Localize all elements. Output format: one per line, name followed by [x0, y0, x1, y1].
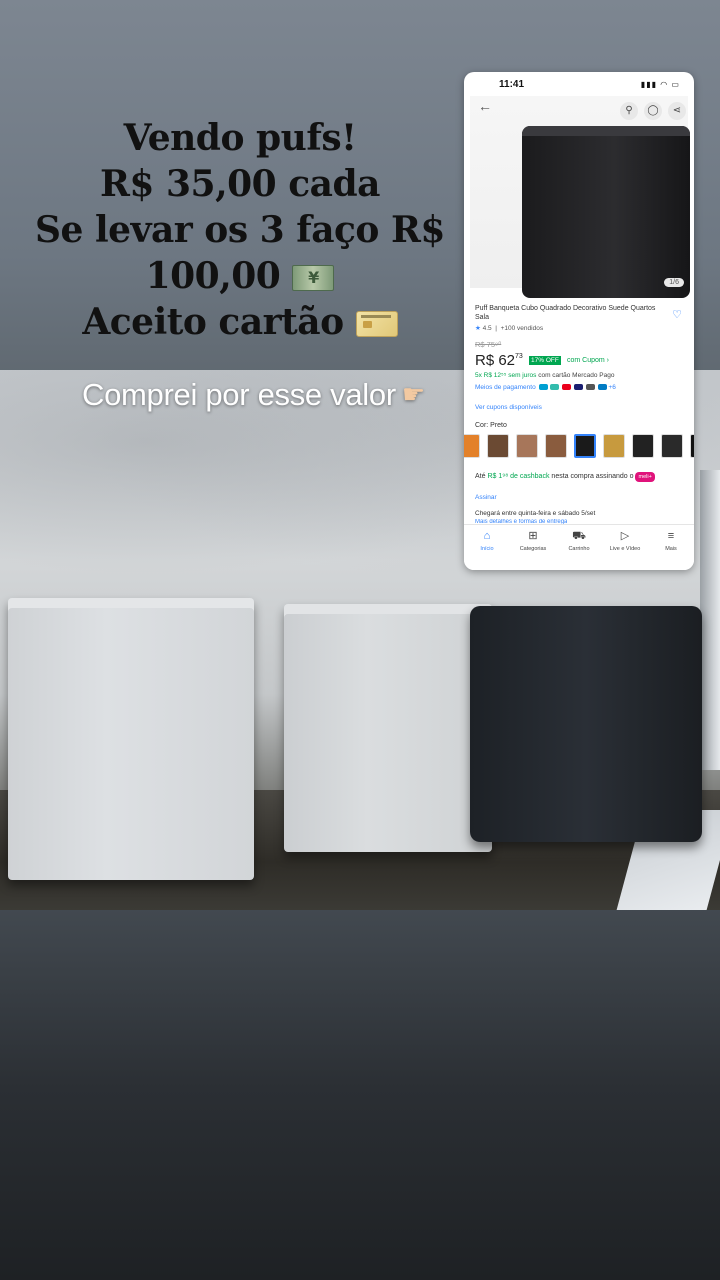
chevron-right-icon: › — [606, 357, 610, 364]
elo-icon — [585, 384, 595, 390]
mastercard-icon — [562, 384, 572, 390]
coupon-label: com Cupom — [566, 357, 605, 364]
tab-live-video[interactable]: ▷ Live e Vídeo — [602, 525, 648, 570]
tab-label: Carrinho — [568, 546, 590, 552]
menu-icon: ≡ — [667, 530, 675, 542]
pointing-hand-icon: ☛ — [401, 379, 425, 409]
headline-line-1: Vendo pufs! — [123, 117, 357, 159]
marketplace-screenshot: 11:41 ▮▮▮ ◠ ▭ ← ⚲ ◯ ⋖ 1/6 Puff Banqueta … — [464, 72, 694, 570]
color-swatches — [464, 434, 694, 460]
price-main: R$ 62 — [475, 352, 516, 369]
home-icon: ⌂ — [483, 530, 491, 542]
tab-inicio[interactable]: ⌂ Início — [464, 525, 510, 570]
coupon-link[interactable]: com Cupom › — [567, 357, 609, 364]
cashback-suffix: nesta compra assinando o — [551, 473, 634, 480]
visa-icon — [573, 384, 583, 390]
tab-carrinho[interactable]: ⛟ Carrinho — [556, 525, 602, 570]
old-price: R$ 75⁹⁰ — [475, 340, 502, 349]
delivery-text: Chegará entre quinta-feira e sábado 5/se… — [475, 510, 596, 517]
color-label: Cor: Preto — [475, 422, 507, 429]
share-icon[interactable]: ⋖ — [668, 102, 686, 120]
play-icon: ▷ — [620, 530, 630, 542]
headline-line-4: 100,00 — [145, 255, 281, 297]
installments-rest: com cartão Mercado Pago — [538, 372, 615, 379]
cashback-prefix: Até — [475, 473, 486, 480]
tab-label: Live e Vídeo — [609, 546, 641, 552]
tab-label: Mais — [665, 546, 677, 552]
headline-line-4-wrap: 100,00 — [20, 253, 460, 299]
tab-mais[interactable]: ≡ Mais — [648, 525, 694, 570]
heart-icon[interactable]: ♡ — [672, 308, 682, 321]
payment-more: +6 — [608, 384, 616, 391]
back-arrow-icon[interactable]: ← — [478, 98, 492, 114]
subscribe-link[interactable]: Assinar — [475, 494, 497, 501]
installments-green: 5x R$ 12⁵⁵ sem juros — [475, 372, 537, 379]
image-counter: 1/6 — [664, 278, 684, 287]
amex-icon — [597, 384, 607, 390]
product-image[interactable] — [470, 96, 690, 298]
credit-card-icon — [355, 311, 398, 337]
white-pouf-middle — [284, 604, 492, 852]
black-pouf-product — [522, 126, 690, 298]
coupons-link[interactable]: Ver cupons disponíveis — [475, 404, 542, 411]
sold-count: +100 vendidos — [500, 325, 544, 332]
headline-line-5-wrap: Aceito cartão — [20, 299, 460, 345]
image-actions: ⚲ ◯ ⋖ — [620, 102, 686, 120]
tab-label: Início — [480, 546, 494, 552]
installments: 5x R$ 12⁵⁵ sem juros com cartão Mercado … — [475, 372, 614, 379]
right-edge — [700, 470, 720, 770]
color-swatch[interactable] — [661, 434, 683, 458]
rating-value: 4.5 — [482, 325, 492, 332]
money-bill-icon — [292, 265, 335, 291]
color-swatch[interactable] — [632, 434, 654, 458]
whatsapp-icon[interactable]: ◯ — [644, 102, 662, 120]
status-icons: ▮▮▮ ◠ ▭ — [640, 80, 680, 89]
product-title: Puff Banqueta Cubo Quadrado Decorativo S… — [475, 305, 656, 321]
payment-methods[interactable]: Meios de pagamento +6 — [475, 384, 616, 391]
discount-badge: 17% OFF — [529, 356, 561, 365]
status-bar: 11:41 ▮▮▮ ◠ ▭ — [464, 72, 694, 96]
color-swatch[interactable] — [545, 434, 567, 458]
bottom-tab-bar: ⌂ Início ⊞ Categorias ⛟ Carrinho ▷ Live … — [464, 524, 694, 570]
headline-line-3: Se levar os 3 faço R$ — [35, 209, 445, 251]
color-swatch[interactable] — [574, 434, 596, 458]
headline-text: Vendo pufs! R$ 35,00 cada Se levar os 3 … — [20, 115, 460, 345]
cashback-value: R$ 1⁹⁸ de cashback — [487, 473, 550, 480]
meli-plus-badge: meli+ — [635, 472, 655, 482]
color-swatch[interactable] — [516, 434, 538, 458]
payment-methods-label: Meios de pagamento — [475, 384, 536, 391]
headline-line-5: Aceito cartão — [82, 301, 344, 343]
categories-icon: ⊞ — [528, 530, 538, 542]
pix-icon — [538, 384, 548, 390]
black-pouf-right — [470, 606, 702, 842]
color-swatch[interactable] — [603, 434, 625, 458]
tab-categorias[interactable]: ⊞ Categorias — [510, 525, 556, 570]
status-time: 11:41 — [499, 79, 525, 90]
caption-text: Comprei por esse valor — [82, 377, 396, 412]
product-rating[interactable]: ★ 4.5 | +100 vendidos — [475, 324, 543, 332]
star-icon: ★ — [475, 325, 481, 332]
headline-line-2: R$ 35,00 cada — [99, 163, 381, 205]
color-swatch[interactable] — [487, 434, 509, 458]
color-swatch[interactable] — [690, 434, 694, 458]
price-row: R$ 6273 17% OFF com Cupom › — [475, 352, 609, 369]
caption-text-wrap: Comprei por esse valor ☛ — [82, 374, 462, 415]
price-cents: 73 — [515, 353, 523, 360]
tab-label: Categorias — [519, 546, 547, 552]
boleto-icon — [550, 384, 560, 390]
search-icon[interactable]: ⚲ — [620, 102, 638, 120]
color-swatch[interactable] — [464, 434, 480, 458]
cashback-text: Até R$ 1⁹⁸ de cashback nesta compra assi… — [475, 472, 675, 482]
cart-icon: ⛟ — [572, 530, 586, 542]
white-pouf-left — [8, 598, 254, 880]
